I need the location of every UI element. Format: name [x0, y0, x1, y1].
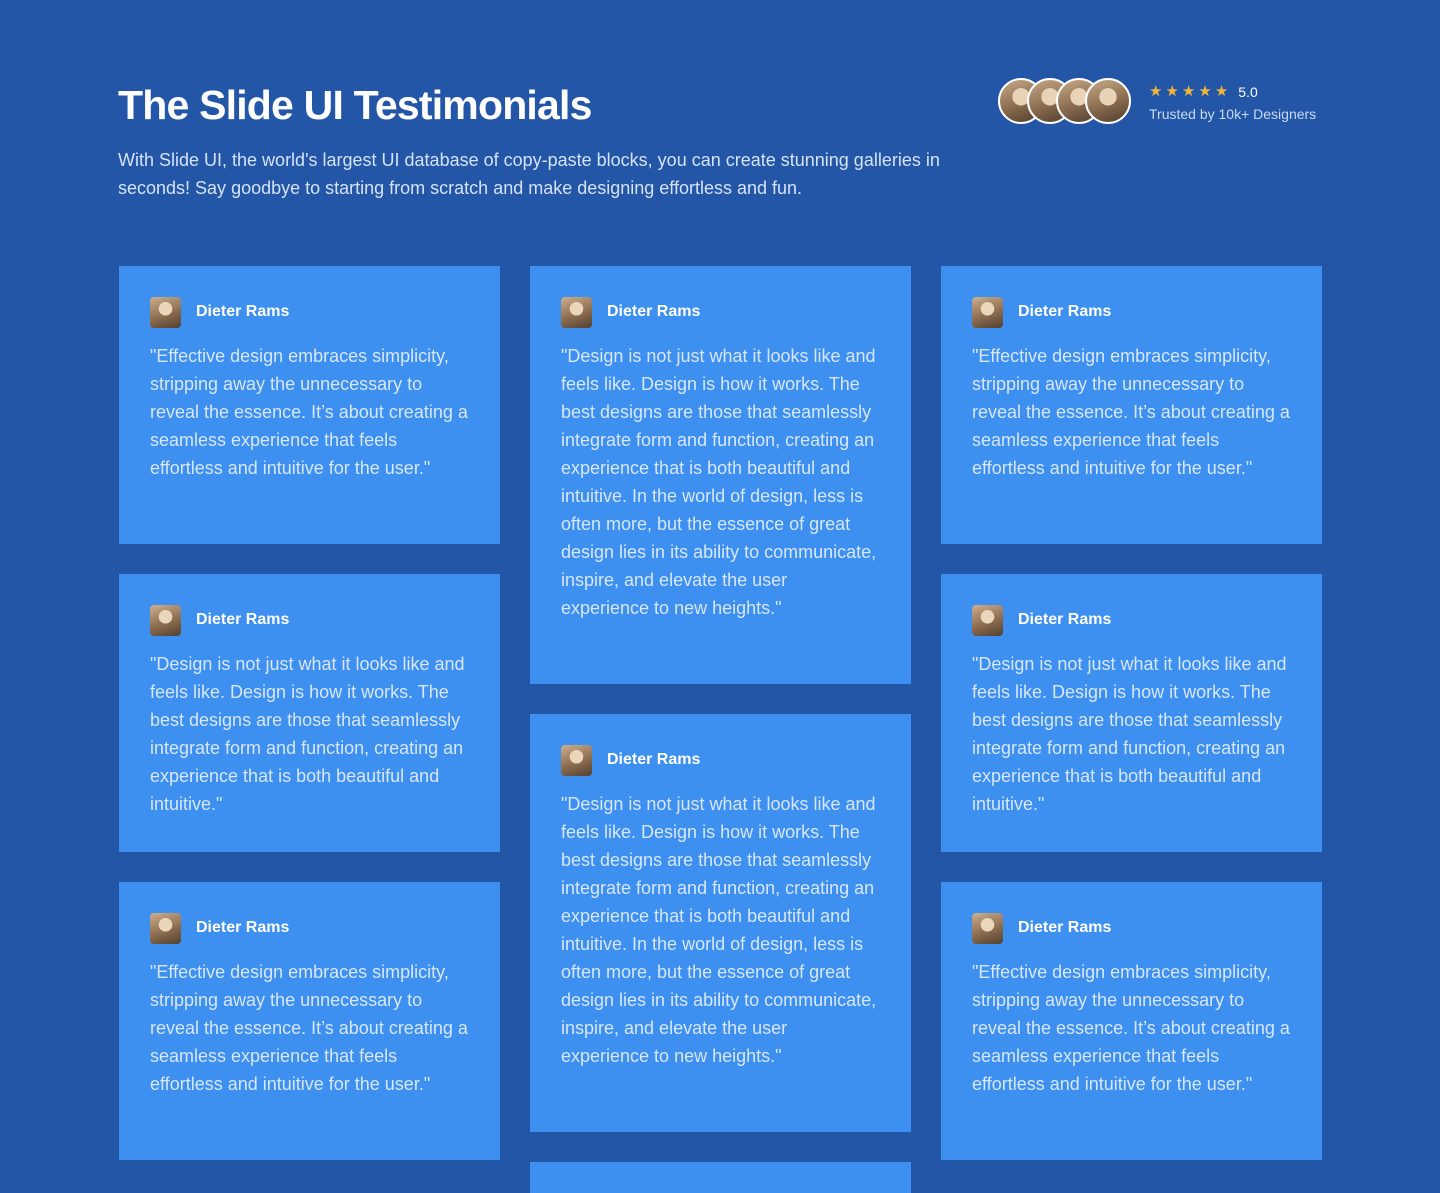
testimonial-card: Dieter Rams "Effective design embraces s… — [119, 882, 500, 1160]
avatar — [150, 912, 181, 944]
testimonial-card: Dieter Rams "Design is not just what it … — [941, 574, 1322, 852]
avatar — [150, 604, 181, 636]
author-name: Dieter Rams — [196, 919, 290, 936]
star-icon: ★ — [1214, 83, 1229, 100]
testimonial-quote: "Effective design embraces simplicity, s… — [972, 346, 1290, 478]
testimonial-card: Dieter Rams "Effective design embraces s… — [119, 266, 500, 544]
testimonial-card: Dieter Rams "Design is not just what it … — [119, 574, 500, 852]
avatar — [561, 744, 592, 776]
stars-row: ★ ★ ★ ★ ★ 5.0 — [1149, 81, 1316, 103]
avatar — [972, 912, 1003, 944]
avatar-group — [998, 78, 1131, 124]
testimonial-quote: "Effective design embraces simplicity, s… — [972, 962, 1290, 1094]
avatar — [972, 296, 1003, 328]
star-icon: ★ — [1198, 83, 1212, 100]
testimonial-card: Dieter Rams "Effective design embraces s… — [941, 882, 1322, 1160]
testimonial-header: Dieter Rams — [972, 912, 1291, 944]
testimonial-quote: "Design is not just what it looks like a… — [972, 654, 1287, 814]
testimonials-page: The Slide UI Testimonials With Slide UI,… — [0, 0, 1440, 1193]
testimonial-card: Dieter Rams "Effective design embraces s… — [941, 266, 1322, 544]
testimonial-quote: "Effective design embraces simplicity, s… — [150, 962, 468, 1094]
author-name: Dieter Rams — [1018, 611, 1112, 628]
star-icon: ★ — [1181, 83, 1196, 100]
author-name: Dieter Rams — [196, 611, 290, 628]
testimonial-card-partial — [530, 1162, 911, 1193]
avatar — [150, 296, 181, 328]
avatar — [1085, 78, 1131, 124]
author-name: Dieter Rams — [1018, 919, 1112, 936]
author-name: Dieter Rams — [607, 303, 701, 320]
page-subtitle: With Slide UI, the world's largest UI da… — [118, 150, 940, 198]
author-name: Dieter Rams — [607, 751, 701, 768]
star-icon: ★ — [1149, 83, 1163, 100]
testimonial-header: Dieter Rams — [150, 604, 469, 636]
avatar — [561, 296, 592, 328]
author-name: Dieter Rams — [1018, 303, 1112, 320]
author-name: Dieter Rams — [196, 303, 290, 320]
testimonial-header: Dieter Rams — [561, 744, 880, 776]
page-title: The Slide UI Testimonials — [118, 82, 592, 128]
testimonial-header: Dieter Rams — [150, 296, 469, 328]
testimonial-card: Dieter Rams "Design is not just what it … — [530, 266, 911, 684]
star-icon: ★ — [1165, 83, 1179, 100]
testimonial-header: Dieter Rams — [972, 604, 1291, 636]
testimonial-quote: "Effective design embraces simplicity, s… — [150, 346, 468, 478]
testimonial-header: Dieter Rams — [150, 912, 469, 944]
testimonial-header: Dieter Rams — [561, 296, 880, 328]
trusted-label: Trusted by 10k+ Designers — [1149, 105, 1317, 122]
rating-score: 5.0 — [1238, 83, 1258, 100]
testimonial-quote: "Design is not just what it looks like a… — [561, 346, 877, 618]
testimonial-header: Dieter Rams — [972, 296, 1291, 328]
rating-summary: ★ ★ ★ ★ ★ 5.0 Trusted by 10k+ Designers — [998, 78, 1316, 124]
rating-info: ★ ★ ★ ★ ★ 5.0 Trusted by 10k+ Designers — [1149, 81, 1316, 122]
testimonial-quote: "Design is not just what it looks like a… — [150, 654, 465, 814]
testimonial-card: Dieter Rams "Design is not just what it … — [530, 714, 911, 1132]
avatar — [972, 604, 1003, 636]
testimonial-quote: "Design is not just what it looks like a… — [561, 794, 877, 1066]
